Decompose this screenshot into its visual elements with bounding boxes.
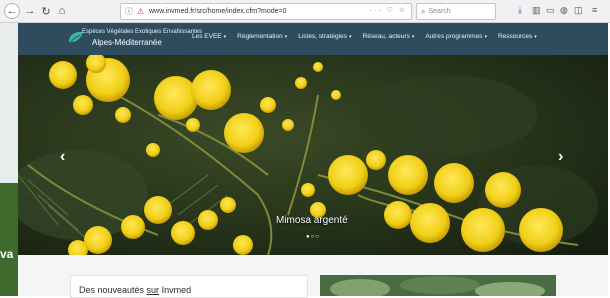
nav-item-listes[interactable]: Listes, stratégies ▾ [298, 33, 351, 40]
search-input[interactable]: ⌕ Search [416, 3, 496, 20]
download-icon[interactable]: ⤓ [518, 5, 522, 16]
content-area: Des nouveautés sur Invmed [18, 255, 608, 298]
nav-item-reseau[interactable]: Réseau, acteurs ▾ [363, 33, 415, 40]
caret-down-icon: ▾ [534, 34, 537, 40]
news-card: Des nouveautés sur Invmed [70, 275, 308, 298]
url-bar[interactable]: ⓘ ⚠ www.invmed.fr/src/home/index.cfm?mod… [120, 3, 412, 20]
carousel-prev-icon[interactable]: ‹ [60, 148, 65, 166]
library-icon[interactable]: ▥ [532, 5, 541, 16]
hero-carousel: ‹ › Mimosa argenté ●○○ [18, 55, 608, 255]
search-placeholder: Search [428, 8, 451, 15]
news-photo[interactable] [320, 275, 556, 296]
url-text: www.invmed.fr/src/home/index.cfm?mode=0 [149, 8, 287, 15]
page-actions-icon[interactable]: ··· ♡ ☆ [370, 6, 407, 14]
reload-icon[interactable]: ↻ [38, 3, 54, 19]
sidebar-icon[interactable]: ▭ [546, 5, 555, 16]
extension-icon[interactable]: ◍ [560, 5, 568, 16]
nav-item-reglementation[interactable]: Réglementation ▾ [237, 33, 287, 40]
menu-icon[interactable]: ≡ [592, 5, 597, 15]
info-icon[interactable]: ⓘ [125, 6, 135, 17]
site-brand-line2[interactable]: Alpes-Méditerranée [92, 38, 162, 47]
insecure-icon: ⚠ [137, 7, 145, 16]
left-strip-text: va [0, 247, 14, 261]
caret-down-icon: ▾ [411, 34, 415, 40]
back-icon[interactable]: ← [4, 3, 20, 19]
browser-toolbar: ← → ↻ ⌂ ⓘ ⚠ www.invmed.fr/src/home/index… [0, 0, 610, 23]
news-title-link[interactable]: sur [147, 285, 160, 295]
forward-icon[interactable]: → [22, 3, 38, 19]
caret-down-icon: ▾ [348, 34, 352, 40]
nav-item-evee[interactable]: Les EVEE ▾ [192, 33, 226, 40]
search-icon: ⌕ [421, 6, 426, 16]
site-header: Espèces Végétales Exotiques Envahissante… [18, 23, 608, 55]
caret-down-icon: ▾ [284, 34, 288, 40]
news-photo-image [320, 275, 556, 296]
nav-item-autres[interactable]: Autres programmes ▾ [425, 33, 487, 40]
main-nav: Les EVEE ▾ Réglementation ▾ Listes, straté… [192, 33, 548, 40]
caret-down-icon: ▾ [484, 34, 487, 40]
carousel-indicators[interactable]: ●○○ [306, 234, 320, 240]
site-brand-line1[interactable]: Espèces Végétales Exotiques Envahissante… [82, 29, 202, 35]
home-icon[interactable]: ⌂ [54, 3, 70, 19]
carousel-caption: Mimosa argenté [276, 215, 348, 226]
left-background-image [0, 183, 18, 296]
carousel-next-icon[interactable]: › [558, 148, 563, 166]
caret-down-icon: ▾ [223, 34, 227, 40]
nav-item-ressources[interactable]: Ressources ▾ [498, 33, 537, 40]
news-card-title: Des nouveautés sur Invmed [79, 285, 192, 295]
left-background: va [0, 23, 18, 296]
addon-icon[interactable]: ◫ [574, 5, 583, 16]
